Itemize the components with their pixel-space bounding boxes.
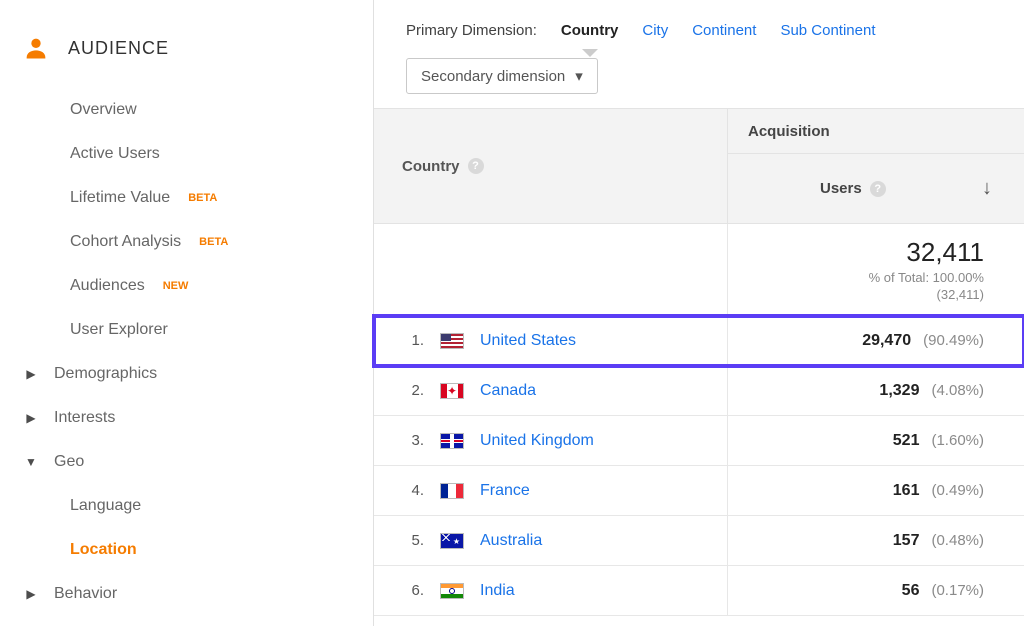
sidebar-item-audiences[interactable]: Audiences NEW <box>12 264 373 308</box>
sort-descending-icon[interactable]: ↓ <box>982 177 992 200</box>
data-table: Country ? Acquisition Users ? ↓ <box>374 108 1024 616</box>
row-users-value: 1,329 <box>879 382 919 400</box>
row-rank: 6. <box>406 582 424 599</box>
tab-sub-continent[interactable]: Sub Continent <box>780 22 875 39</box>
row-users-pct: (1.60%) <box>931 432 984 449</box>
table-row: 5. ★ Australia 157 (0.48%) <box>374 516 1024 566</box>
sidebar-item-label: Active Users <box>70 145 160 163</box>
table-row: 4. France 161 (0.49%) <box>374 466 1024 516</box>
sidebar-item-label: Behavior <box>54 585 117 603</box>
sidebar-item-location[interactable]: Location <box>12 528 373 572</box>
sidebar-item-demographics[interactable]: ▶ Demographics <box>12 352 373 396</box>
tab-continent[interactable]: Continent <box>692 22 756 39</box>
secondary-dimension-row: Secondary dimension ▾ <box>374 44 1024 108</box>
sidebar-item-behavior[interactable]: ▶ Behavior <box>12 572 373 616</box>
sidebar-item-label: Geo <box>54 453 84 471</box>
sidebar-item-interests[interactable]: ▶ Interests <box>12 396 373 440</box>
sidebar-item-active-users[interactable]: Active Users <box>12 132 373 176</box>
row-users-value: 157 <box>893 532 920 550</box>
sidebar-item-label: Overview <box>70 101 137 119</box>
sidebar-item-language[interactable]: Language <box>12 484 373 528</box>
row-users-pct: (0.48%) <box>931 532 984 549</box>
sidebar-item-label: Lifetime Value <box>70 189 170 207</box>
sidebar-list: OverviewActive UsersLifetime ValueBETACo… <box>0 88 373 616</box>
row-rank: 3. <box>406 432 424 449</box>
sidebar-section-header[interactable]: AUDIENCE <box>0 24 373 88</box>
table-row: 1. United States 29,470 (90.49%) <box>374 316 1024 366</box>
row-users-pct: (0.49%) <box>931 482 984 499</box>
table-header: Country ? Acquisition Users ? ↓ <box>374 109 1024 224</box>
sidebar-item-label: User Explorer <box>70 321 168 339</box>
column-header-users-label: Users <box>820 180 862 197</box>
country-link[interactable]: Canada <box>480 382 536 400</box>
sidebar-section-title: AUDIENCE <box>68 38 169 59</box>
total-users-sub2: (32,411) <box>937 287 984 302</box>
row-users-value: 161 <box>893 482 920 500</box>
row-rank: 1. <box>406 332 424 349</box>
table-row: 2. ✦ Canada 1,329 (4.08%) <box>374 366 1024 416</box>
sidebar-item-label: Location <box>70 541 137 559</box>
primary-dimension-row: Primary Dimension: Country City Continent S… <box>374 16 1024 44</box>
badge-beta: BETA <box>188 192 217 204</box>
country-link[interactable]: United Kingdom <box>480 432 594 450</box>
sidebar-item-user-explorer[interactable]: User Explorer <box>12 308 373 352</box>
help-icon[interactable]: ? <box>870 181 886 197</box>
sidebar-item-label: Audiences <box>70 277 145 295</box>
country-link[interactable]: United States <box>480 332 576 350</box>
sidebar-item-label: Language <box>70 497 141 515</box>
sidebar-item-geo[interactable]: ▼ Geo <box>12 440 373 484</box>
sidebar-item-label: Cohort Analysis <box>70 233 181 251</box>
table-row: 6. India 56 (0.17%) <box>374 566 1024 616</box>
row-rank: 4. <box>406 482 424 499</box>
tab-country[interactable]: Country <box>561 22 619 39</box>
row-users-pct: (4.08%) <box>931 382 984 399</box>
row-users-value: 521 <box>893 432 920 450</box>
flag-gb-icon <box>440 433 464 449</box>
flag-in-icon <box>440 583 464 599</box>
sidebar-item-cohort-analysis[interactable]: Cohort Analysis BETA <box>12 220 373 264</box>
row-users-pct: (0.17%) <box>931 582 984 599</box>
sidebar: AUDIENCE Overview Active Users Lifetime Va… <box>0 0 374 626</box>
row-rank: 5. <box>406 532 424 549</box>
row-rank: 2. <box>406 382 424 399</box>
country-link[interactable]: France <box>480 482 530 500</box>
country-link[interactable]: Australia <box>480 532 542 550</box>
metric-group-header: Acquisition <box>728 109 1024 154</box>
main-panel: Primary Dimension: Country City Continent S… <box>374 0 1024 626</box>
table-total-row: 32,411 % of Total: 100.00% (32,411) <box>374 224 1024 316</box>
sidebar-item-label: Interests <box>54 409 115 427</box>
flag-au-icon: ★ <box>440 533 464 549</box>
secondary-dimension-label: Secondary dimension <box>421 68 565 85</box>
sidebar-item-lifetime-value[interactable]: Lifetime Value BETA <box>12 176 373 220</box>
metric-group-label: Acquisition <box>748 123 830 140</box>
row-users-pct: (90.49%) <box>923 332 984 349</box>
sidebar-item-label: Demographics <box>54 365 157 383</box>
column-header-country[interactable]: Country ? <box>374 109 728 223</box>
row-users-value: 56 <box>902 582 920 600</box>
caret-right-icon: ▶ <box>22 367 40 381</box>
person-icon <box>22 34 50 62</box>
country-link[interactable]: India <box>480 582 515 600</box>
caret-down-icon: ▼ <box>22 455 40 469</box>
secondary-dimension-button[interactable]: Secondary dimension ▾ <box>406 58 598 94</box>
column-header-users[interactable]: Users ? ↓ <box>728 154 1024 223</box>
sidebar-item-overview[interactable]: Overview <box>12 88 373 132</box>
flag-ca-icon: ✦ <box>440 383 464 399</box>
help-icon[interactable]: ? <box>468 158 484 174</box>
flag-fr-icon <box>440 483 464 499</box>
column-header-country-label: Country <box>402 158 460 175</box>
total-users-sub1: % of Total: 100.00% <box>869 270 984 285</box>
caret-right-icon: ▶ <box>22 411 40 425</box>
table-row: 3. United Kingdom 521 (1.60%) <box>374 416 1024 466</box>
flag-us-icon <box>440 333 464 349</box>
caret-right-icon: ▶ <box>22 587 40 601</box>
badge-new: NEW <box>163 280 189 292</box>
total-users-value: 32,411 <box>906 237 984 268</box>
caret-down-icon: ▾ <box>575 67 583 85</box>
badge-beta: BETA <box>199 236 228 248</box>
primary-dimension-label: Primary Dimension: <box>406 22 537 39</box>
row-users-value: 29,470 <box>862 332 911 350</box>
tab-city[interactable]: City <box>642 22 668 39</box>
